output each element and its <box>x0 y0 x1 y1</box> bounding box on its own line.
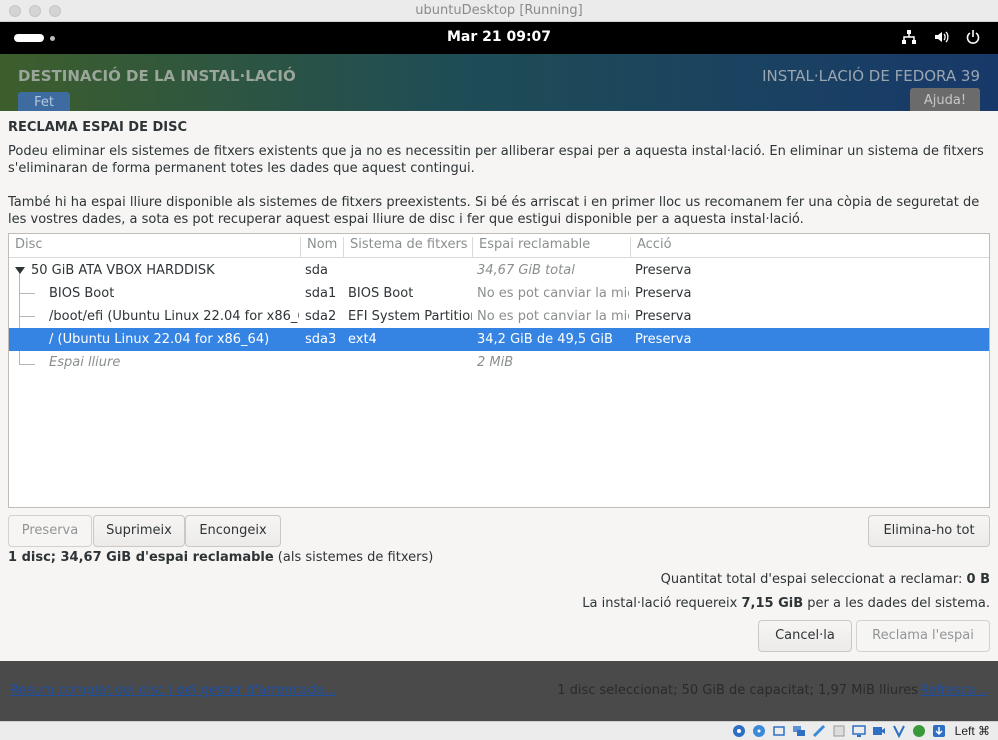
expander-down-icon[interactable] <box>15 267 25 274</box>
installer-header: DESTINACIÓ DE LA INSTAL·LACIÓ INSTAL·LAC… <box>0 54 998 114</box>
selected-total-label: Quantitat total d'espai seleccionat a re… <box>660 572 967 587</box>
cell-filesystem: EFI System Partition <box>348 309 472 324</box>
dialog-title: RECLAMA ESPAI DE DISC <box>8 120 188 135</box>
requirement-post: per a les dades del sistema. <box>803 596 990 611</box>
shrink-button[interactable]: Encongeix <box>185 515 281 547</box>
cell-disc: BIOS Boot <box>49 286 115 301</box>
gnome-top-bar: Mar 21 09:07 <box>0 22 998 54</box>
display-icon[interactable] <box>851 723 868 739</box>
usb-icon[interactable] <box>811 723 828 739</box>
cell-name: sda1 <box>305 286 337 301</box>
cell-reclaimable: No es pot canviar la mida <box>477 309 629 324</box>
full-disk-summary-link[interactable]: Resum complet del disc i del gestor d'ar… <box>10 683 336 698</box>
window-title: ubuntuDesktop [Running] <box>415 3 583 18</box>
cell-disc: /boot/efi (Ubuntu Linux 22.04 for x86_64… <box>49 309 299 324</box>
audio-icon[interactable] <box>771 723 788 739</box>
cell-name: sda3 <box>305 332 337 347</box>
delete-all-button[interactable]: Elimina-ho tot <box>868 515 990 547</box>
column-header-disc[interactable]: Disc <box>9 237 301 257</box>
product-title: INSTAL·LACIÓ DE FEDORA 39 <box>762 67 980 85</box>
cell-name: sda <box>305 263 328 278</box>
spoke-title: DESTINACIÓ DE LA INSTAL·LACIÓ <box>18 67 296 85</box>
table-row-free-space[interactable]: Espai lliure 2 MiB <box>9 351 989 374</box>
clock[interactable]: Mar 21 09:07 <box>0 29 998 45</box>
disk-summary: 1 disc; 34,67 GiB d'espai reclamable (al… <box>8 550 433 565</box>
column-header-name[interactable]: Nom <box>301 237 344 257</box>
intro-paragraph: Podeu eliminar els sistemes de fitxers e… <box>8 144 984 176</box>
cancel-button[interactable]: Cancel·la <box>758 620 852 652</box>
delete-button[interactable]: Suprimeix <box>93 515 185 547</box>
refresh-link[interactable]: Refresca... <box>920 683 988 698</box>
vbox-titlebar: ubuntuDesktop [Running] <box>0 0 998 22</box>
network-icon <box>900 28 918 46</box>
recording-icon[interactable] <box>871 723 888 739</box>
cell-disc: / (Ubuntu Linux 22.04 for x86_64) <box>49 332 270 347</box>
summary-rest: (als sistemes de fitxers) <box>273 550 434 565</box>
cell-name: sda2 <box>305 309 337 324</box>
table-row[interactable]: /boot/efi (Ubuntu Linux 22.04 for x86_64… <box>9 305 989 328</box>
disk-selection-info: 1 disc seleccionat; 50 GiB de capacitat;… <box>557 683 918 698</box>
cell-disc: 50 GiB ATA VBOX HARDDISK <box>31 263 215 278</box>
cell-filesystem: BIOS Boot <box>348 286 414 301</box>
system-tray[interactable] <box>900 28 982 46</box>
network-adapter-icon[interactable] <box>791 723 808 739</box>
guest-additions-icon[interactable] <box>911 723 928 739</box>
cell-disc: Espai lliure <box>49 355 121 370</box>
table-row[interactable]: BIOS Boot sda1 BIOS Boot No es pot canvi… <box>9 282 989 305</box>
reclaim-space-dialog: RECLAMA ESPAI DE DISC Podeu eliminar els… <box>0 111 998 661</box>
cell-action: Preserva <box>635 286 692 301</box>
cell-action: Preserva <box>635 309 692 324</box>
optical-drive-icon[interactable] <box>751 723 768 739</box>
cell-action: Preserva <box>635 332 692 347</box>
host-key-label: Left ⌘ <box>954 724 990 738</box>
requirement-value: 7,15 GiB <box>741 596 804 611</box>
selected-total: Quantitat total d'espai seleccionat a re… <box>661 572 990 587</box>
selected-total-value: 0 B <box>966 572 990 587</box>
cell-filesystem: ext4 <box>348 332 377 347</box>
cell-action: Preserva <box>635 263 692 278</box>
vbox-device-icons: Left ⌘ <box>731 723 990 739</box>
column-header-action[interactable]: Acció <box>631 237 989 257</box>
vbox-statusbar: Left ⌘ <box>0 721 998 740</box>
installer-footer: Resum complet del disc i del gestor d'ar… <box>0 661 998 721</box>
reclaim-space-button[interactable]: Reclama l'espai <box>856 620 990 652</box>
column-header-reclaimable[interactable]: Espai reclamable <box>473 237 631 257</box>
preserve-button[interactable]: Preserva <box>8 515 92 547</box>
shared-folders-icon[interactable] <box>831 723 848 739</box>
requirement-pre: La instal·lació requereix <box>582 596 742 611</box>
install-requirement: La instal·lació requereix 7,15 GiB per a… <box>582 596 990 611</box>
cell-reclaimable: 2 MiB <box>477 355 514 370</box>
summary-bold: 1 disc; 34,67 GiB d'espai reclamable <box>8 550 274 565</box>
table-row-selected[interactable]: / (Ubuntu Linux 22.04 for x86_64) sda3 e… <box>9 328 989 351</box>
column-header-filesystem[interactable]: Sistema de fitxers <box>344 237 473 257</box>
volume-icon <box>932 28 950 46</box>
hard-disk-icon[interactable] <box>731 723 748 739</box>
cell-reclaimable: 34,2 GiB de 49,5 GiB <box>477 332 613 347</box>
power-icon <box>964 28 982 46</box>
free-space-paragraph: També hi ha espai lliure disponible als … <box>8 195 980 227</box>
table-row-disk[interactable]: 50 GiB ATA VBOX HARDDISK sda 34,67 GiB t… <box>9 259 989 282</box>
disk-tree-table[interactable]: Disc Nom Sistema de fitxers Espai reclam… <box>8 233 990 508</box>
virtualization-icon[interactable] <box>891 723 908 739</box>
cell-reclaimable: 34,67 GiB total <box>477 263 575 278</box>
table-header: Disc Nom Sistema de fitxers Espai reclam… <box>9 234 989 258</box>
mouse-integration-icon[interactable] <box>931 723 948 739</box>
cell-reclaimable: No es pot canviar la mida <box>477 286 629 301</box>
